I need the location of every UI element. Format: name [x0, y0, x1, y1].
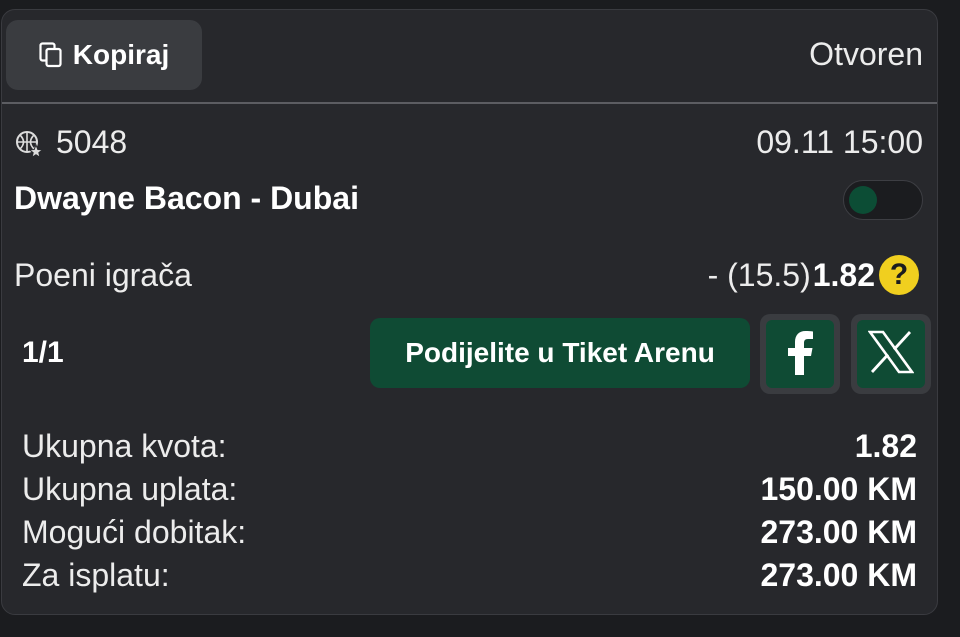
facebook-icon [785, 329, 815, 380]
bet-ticket-card: Kopiraj Otvoren 5048 09.11 15:00 Dwayne … [1, 9, 938, 615]
total-odds-value: 1.82 [854, 428, 917, 464]
copy-icon [39, 42, 63, 68]
total-stake-label: Ukupna uplata: [22, 471, 238, 507]
summary-row: Za isplatu: 273.00 KM [2, 557, 937, 600]
possible-win-value: 273.00 KM [760, 514, 917, 550]
basketball-star-icon [15, 130, 44, 159]
ticket-header: Kopiraj Otvoren [2, 10, 937, 102]
event-id: 5048 [56, 124, 128, 160]
summary-row: Mogući dobitak: 273.00 KM [2, 514, 937, 557]
summary-row: Ukupna uplata: 150.00 KM [2, 471, 937, 514]
pick-info: - (15.5) 1.82 ? [708, 253, 919, 297]
event-info-row: 5048 09.11 15:00 [2, 118, 937, 168]
summary-row: Ukupna kvota: 1.82 [2, 428, 937, 471]
x-share-button[interactable] [851, 314, 931, 394]
possible-win-label: Mogući dobitak: [22, 514, 247, 550]
match-title: Dwayne Bacon - Dubai [14, 180, 359, 216]
pick-odds: 1.82 [812, 256, 875, 293]
help-icon[interactable]: ? [879, 255, 919, 295]
payout-value: 273.00 KM [760, 557, 917, 593]
payout-label: Za isplatu: [22, 557, 170, 593]
copy-button[interactable]: Kopiraj [6, 20, 202, 90]
pick-line: - (15.5) [707, 256, 811, 293]
toggle-switch[interactable] [843, 180, 923, 220]
ticket-fraction: 1/1 [22, 336, 64, 369]
ticket-summary: Ukupna kvota: 1.82 Ukupna uplata: 150.00… [2, 428, 937, 600]
share-button-label: Podijelite u Tiket Arenu [405, 337, 715, 368]
copy-button-label: Kopiraj [72, 39, 170, 70]
x-twitter-icon [867, 330, 915, 379]
total-stake-value: 150.00 KM [760, 471, 917, 507]
share-tiket-arena-button[interactable]: Podijelite u Tiket Arenu [370, 318, 750, 388]
event-datetime: 09.11 15:00 [756, 124, 923, 160]
total-odds-label: Ukupna kvota: [22, 428, 227, 464]
market-name: Poeni igrača [14, 257, 192, 293]
header-divider [2, 102, 937, 104]
ticket-status: Otvoren [809, 36, 923, 72]
facebook-share-button[interactable] [760, 314, 840, 394]
toggle-knob [849, 186, 877, 214]
market-row: Poeni igrača - (15.5) 1.82 ? [2, 253, 937, 299]
